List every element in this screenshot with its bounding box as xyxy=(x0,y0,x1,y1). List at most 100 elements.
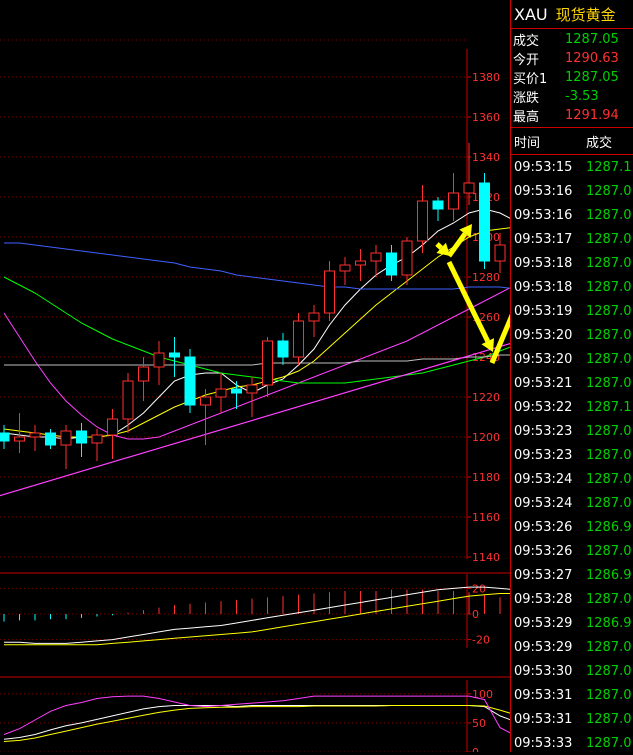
candle-body xyxy=(401,240,413,276)
tick-row: 09:53:15 1287.1 xyxy=(511,155,633,179)
tick-row: 09:53:31 1287.0 xyxy=(511,707,633,731)
tick-row: 09:53:19 1287.0 xyxy=(511,299,633,323)
chart-0-tick-label: 1280 xyxy=(472,271,500,284)
moving-average-line xyxy=(3,276,510,384)
chart-area: 1380136013401320130012801260124012201200… xyxy=(0,0,510,752)
tick-row: 09:53:30 1287.0 xyxy=(511,659,633,683)
tick-row: 09:53:28 1287.0 xyxy=(511,587,633,611)
tick-time: 09:53:22 xyxy=(514,399,573,415)
tick-row: 09:53:16 1287.0 xyxy=(511,203,633,227)
tick-price: 1287.1 xyxy=(586,399,632,415)
tick-price: 1287.0 xyxy=(586,351,632,367)
candle-body xyxy=(463,182,475,194)
tick-price: 1287.0 xyxy=(586,447,632,463)
chart-1-tick-label: 20 xyxy=(472,582,486,595)
moving-average-line xyxy=(4,354,510,366)
tick-price: 1287.0 xyxy=(586,639,632,655)
chart-2-tick-label: 0 xyxy=(472,746,479,752)
tick-time: 09:53:24 xyxy=(514,471,573,487)
candle-body xyxy=(138,366,149,382)
annotation-arrow-shaft xyxy=(435,242,443,250)
tick-row: 09:53:22 1287.1 xyxy=(511,395,633,419)
quote-row: 今开 1290.63 xyxy=(511,49,633,68)
symbol-name: 现货黄金 xyxy=(555,5,616,24)
tick-price: 1287.0 xyxy=(586,183,632,199)
quote-row: 买价1 1287.05 xyxy=(511,68,633,87)
candle-body xyxy=(45,432,56,446)
tick-table-header: 时间 成交 xyxy=(511,128,633,155)
candle-body xyxy=(432,200,444,210)
tick-time: 09:53:20 xyxy=(514,351,573,367)
tick-price-header: 成交 xyxy=(586,135,613,151)
tick-list[interactable]: 09:53:15 1287.1 09:53:16 1287.0 09:53:16 1287… xyxy=(511,155,633,755)
candle-body xyxy=(91,434,103,444)
tick-price: 1286.9 xyxy=(586,615,632,631)
symbol-code: XAU xyxy=(514,4,548,24)
tick-row: 09:53:16 1287.0 xyxy=(511,179,633,203)
quote-label: 买价1 xyxy=(513,72,548,87)
candle-body xyxy=(308,312,320,322)
chart-1-tick-label: -20 xyxy=(472,634,490,647)
tick-price: 1287.0 xyxy=(586,255,632,271)
candle-body xyxy=(417,200,428,242)
tick-row: 09:53:26 1287.0 xyxy=(511,539,633,563)
tick-time: 09:53:29 xyxy=(514,615,573,631)
quote-row: 涨跌 -3.53 xyxy=(511,87,633,106)
quote-label: 今开 xyxy=(513,53,540,68)
quote-value: 1287.05 xyxy=(565,32,619,47)
moving-average-line xyxy=(4,242,510,290)
tick-time: 09:53:16 xyxy=(514,207,573,223)
candle-body xyxy=(200,396,211,406)
candle-body xyxy=(29,432,41,438)
tick-price: 1287.0 xyxy=(586,231,632,247)
candle-body xyxy=(122,380,134,420)
quote-value: 1287.05 xyxy=(565,70,619,85)
tick-row: 09:53:21 1287.0 xyxy=(511,371,633,395)
chart-0-tick-label: 1140 xyxy=(472,551,500,564)
candle-body xyxy=(262,340,273,386)
tick-row: 09:53:18 1287.0 xyxy=(511,251,633,275)
kdj-line xyxy=(3,695,510,735)
quote-value: 1291.94 xyxy=(565,108,619,123)
candle-body xyxy=(277,340,289,358)
tick-row: 09:53:31 1287.0 xyxy=(511,683,633,707)
tick-price: 1287.0 xyxy=(586,735,632,751)
tick-price: 1287.0 xyxy=(586,423,632,439)
candle-body xyxy=(324,270,335,314)
quote-label: 最高 xyxy=(513,110,540,125)
moving-average-line xyxy=(3,208,510,440)
tick-price: 1287.1 xyxy=(586,159,632,175)
tick-time: 09:53:23 xyxy=(514,447,573,463)
quote-value: -3.53 xyxy=(565,89,599,104)
tick-price: 1287.0 xyxy=(586,543,632,559)
quote-label: 成交 xyxy=(513,34,540,49)
candle-body xyxy=(246,384,258,394)
candle-body xyxy=(107,418,118,436)
trendline xyxy=(0,342,510,497)
tick-time: 09:53:24 xyxy=(514,495,573,511)
tick-row: 09:53:33 1287.0 xyxy=(511,731,633,755)
candle-body xyxy=(293,320,304,358)
quote-label: 涨跌 xyxy=(513,91,540,106)
tick-time: 09:53:26 xyxy=(514,519,573,535)
tick-row: 09:53:18 1287.0 xyxy=(511,275,633,299)
quote-row: 最高 1291.94 xyxy=(511,106,633,125)
tick-row: 09:53:20 1287.0 xyxy=(511,347,633,371)
tick-time: 09:53:19 xyxy=(514,303,573,319)
quote-row: 成交 1287.05 xyxy=(511,30,633,49)
annotation-arrow-shaft xyxy=(489,313,510,364)
moving-average-line xyxy=(3,227,510,438)
tick-time: 09:53:21 xyxy=(514,375,573,391)
chart-0-tick-label: 1220 xyxy=(472,391,500,404)
tick-time: 09:53:29 xyxy=(514,639,573,655)
chart-0-tick-label: 1180 xyxy=(472,471,500,484)
candle-body xyxy=(215,388,227,398)
tick-price: 1287.0 xyxy=(586,279,632,295)
tick-price: 1287.0 xyxy=(586,375,632,391)
tick-price: 1287.0 xyxy=(586,471,632,487)
candle-body xyxy=(169,352,180,358)
candle-body xyxy=(60,430,72,446)
quote-header: XAU 现货黄金 xyxy=(511,0,633,29)
tick-price: 1287.0 xyxy=(586,663,632,679)
macd-line xyxy=(4,593,510,646)
